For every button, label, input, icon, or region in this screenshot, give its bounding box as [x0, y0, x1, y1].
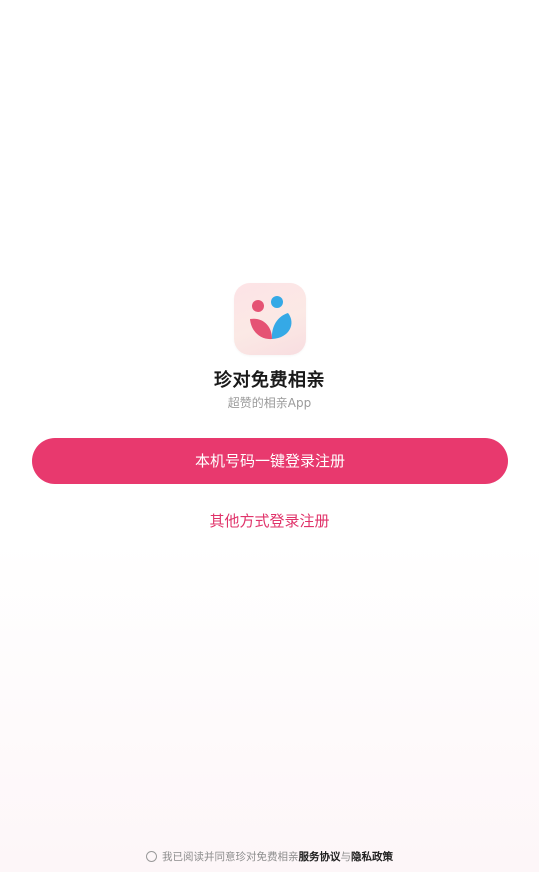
two-people-leaf-logo-icon	[250, 296, 292, 340]
agreement-prefix: 我已阅读并同意珍对免费相亲	[162, 850, 299, 863]
one-click-login-button[interactable]: 本机号码一键登录注册	[32, 438, 508, 484]
agree-radio[interactable]	[146, 850, 157, 862]
app-logo	[234, 283, 306, 355]
app-slogan: 超赞的相亲App	[227, 396, 312, 410]
privacy-policy-link[interactable]: 隐私政策	[351, 849, 393, 864]
service-terms-link[interactable]: 服务协议	[299, 849, 341, 864]
app-name: 珍对免费相亲	[214, 370, 325, 391]
other-login-link[interactable]: 其他方式登录注册	[0, 510, 539, 532]
agreement-row: 我已阅读并同意珍对免费相亲 服务协议 与 隐私政策	[0, 847, 539, 865]
agreement-conjunction: 与	[340, 850, 352, 863]
